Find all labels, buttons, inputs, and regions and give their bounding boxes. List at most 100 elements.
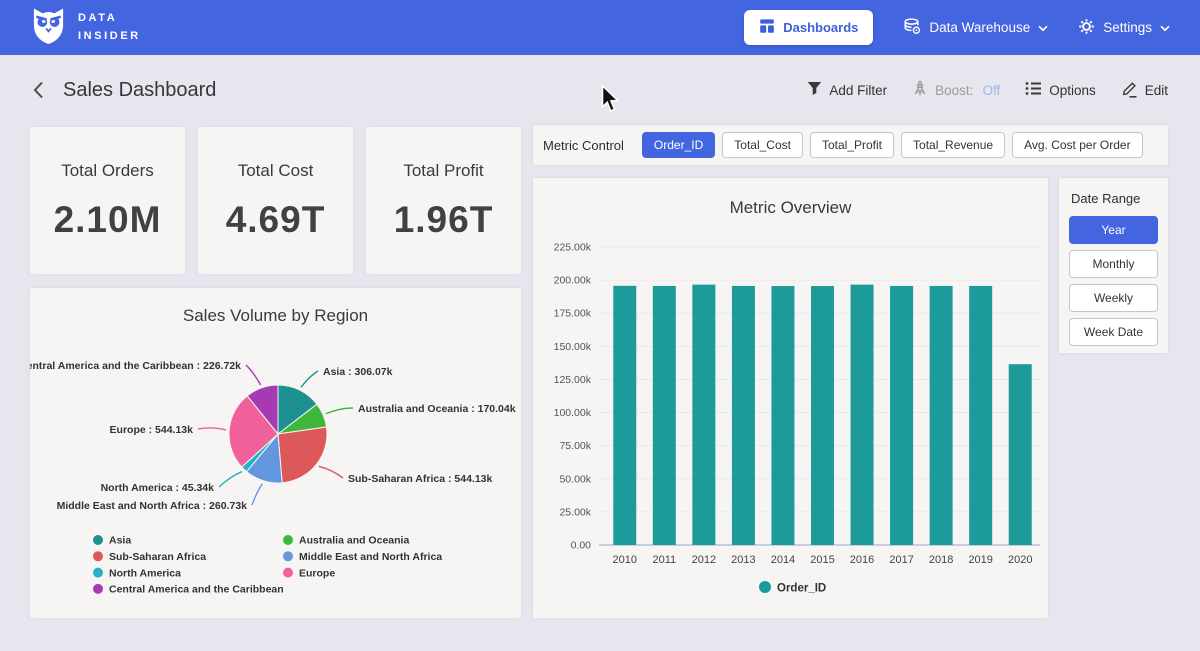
y-axis-tick-label: 175.00k: [554, 308, 592, 320]
pie-label-leader-line: [246, 365, 261, 385]
bar-legend-label[interactable]: Order_ID: [777, 583, 826, 595]
date-range-label: Date Range: [1069, 191, 1158, 206]
add-filter-label: Add Filter: [829, 83, 887, 98]
dashboard-header: Sales Dashboard Add Filter Boost: Off: [30, 72, 1168, 108]
bar-chart: 0.0025.00k50.00k75.00k100.00k125.00k150.…: [533, 218, 1048, 618]
boost-toggle[interactable]: Boost: Off: [912, 80, 1000, 100]
pie-slice[interactable]: [278, 427, 327, 483]
date-range-buttons: Year Monthly Weekly Week Date: [1069, 216, 1158, 346]
funnel-icon: [807, 81, 822, 99]
pie-slice-label: Middle East and North Africa : 260.73k: [57, 500, 248, 512]
bar[interactable]: [771, 286, 794, 545]
legend-swatch: [283, 551, 293, 561]
x-axis-tick-label: 2010: [613, 554, 637, 566]
bar[interactable]: [811, 286, 834, 545]
legend-swatch: [93, 568, 103, 578]
y-axis-tick-label: 75.00k: [559, 440, 591, 452]
legend-item-label[interactable]: Middle East and North Africa: [299, 551, 442, 563]
nav-data-warehouse-menu[interactable]: Data Warehouse: [903, 18, 1048, 38]
kpi-card: Total Orders 2.10M: [30, 127, 185, 274]
pie-label-leader-line: [219, 472, 242, 487]
top-navbar: DATA INSIDER Dashboards: [0, 0, 1200, 55]
boost-label: Boost:: [935, 83, 973, 98]
date-range-option-button[interactable]: Week Date: [1069, 318, 1158, 346]
bar[interactable]: [930, 286, 953, 545]
y-axis-tick-label: 50.00k: [559, 473, 591, 485]
date-range-option-button[interactable]: Weekly: [1069, 284, 1158, 312]
bar[interactable]: [890, 286, 913, 545]
pie-chart-card: Sales Volume by Region Asia : 306.07kAus…: [30, 288, 521, 618]
bar[interactable]: [969, 286, 992, 545]
date-range-panel: Date Range Year Monthly Weekly Week Date: [1059, 178, 1168, 353]
y-axis-tick-label: 200.00k: [554, 275, 592, 287]
kpi-value: 2.10M: [54, 199, 162, 241]
bar[interactable]: [692, 285, 715, 545]
pie-slice-label: Central America and the Caribbean : 226.…: [30, 360, 241, 372]
legend-swatch: [93, 584, 103, 594]
pie-chart: Asia : 306.07kAustralia and Oceania : 17…: [30, 288, 521, 618]
brand-name: DATA INSIDER: [78, 10, 141, 44]
options-label: Options: [1049, 83, 1096, 98]
metric-option-button[interactable]: Total_Cost: [722, 132, 803, 158]
x-axis-tick-label: 2020: [1008, 554, 1032, 566]
edit-button[interactable]: Edit: [1121, 80, 1168, 101]
pie-label-leader-line: [319, 466, 343, 478]
x-axis-tick-label: 2016: [850, 554, 874, 566]
boost-value: Off: [982, 83, 1000, 98]
legend-item-label[interactable]: Asia: [109, 535, 131, 547]
legend-item-label[interactable]: North America: [109, 567, 181, 579]
pie-label-leader-line: [198, 428, 226, 430]
legend-item-label[interactable]: Australia and Oceania: [299, 535, 409, 547]
x-axis-tick-label: 2018: [929, 554, 953, 566]
options-button[interactable]: Options: [1025, 81, 1096, 99]
kpi-value: 4.69T: [226, 199, 326, 241]
pie-label-leader-line: [252, 484, 262, 505]
metric-option-button[interactable]: Total_Revenue: [901, 132, 1005, 158]
bar[interactable]: [613, 286, 636, 545]
add-filter-button[interactable]: Add Filter: [807, 81, 887, 99]
x-axis-tick-label: 2015: [810, 554, 834, 566]
metric-option-button[interactable]: Total_Profit: [810, 132, 894, 158]
sales-dashboard-page: { "navbar": { "brand_line1": "DATA", "br…: [0, 0, 1200, 651]
metric-option-button[interactable]: Avg. Cost per Order: [1012, 132, 1143, 158]
nav-settings-menu[interactable]: Settings: [1078, 18, 1170, 38]
nav-dashboards-button[interactable]: Dashboards: [744, 10, 873, 45]
kpi-label: Total Cost: [238, 161, 314, 181]
bar[interactable]: [653, 286, 676, 545]
metric-option-button[interactable]: Order_ID: [642, 132, 715, 158]
x-axis-tick-label: 2012: [692, 554, 716, 566]
pie-slice-label: North America : 45.34k: [101, 482, 215, 494]
legend-swatch: [283, 568, 293, 578]
metric-control-label: Metric Control: [543, 138, 624, 153]
legend-swatch: [759, 581, 771, 593]
legend-swatch: [283, 535, 293, 545]
date-range-option-button[interactable]: Monthly: [1069, 250, 1158, 278]
nav-settings-label: Settings: [1103, 20, 1152, 35]
pie-label-leader-line: [301, 371, 318, 387]
bar[interactable]: [732, 286, 755, 545]
bar-chart-title: Metric Overview: [533, 198, 1048, 218]
x-axis-tick-label: 2017: [889, 554, 913, 566]
legend-swatch: [93, 551, 103, 561]
bar[interactable]: [851, 285, 874, 545]
y-axis-tick-label: 0.00: [571, 540, 592, 552]
x-axis-tick-label: 2014: [771, 554, 795, 566]
y-axis-tick-label: 225.00k: [554, 242, 592, 254]
gear-icon: [1078, 18, 1095, 38]
kpi-value: 1.96T: [394, 199, 494, 241]
pie-slice-label: Sub-Saharan Africa : 544.13k: [348, 473, 492, 485]
pie-label-leader-line: [326, 408, 353, 414]
legend-item-label[interactable]: Central America and the Caribbean: [109, 584, 284, 596]
legend-item-label[interactable]: Europe: [299, 567, 335, 579]
kpi-label: Total Profit: [403, 161, 483, 181]
x-axis-tick-label: 2013: [731, 554, 755, 566]
bar[interactable]: [1009, 364, 1032, 545]
brand-logo[interactable]: DATA INSIDER: [30, 5, 141, 50]
pie-slice-label: Australia and Oceania : 170.04k: [358, 403, 516, 415]
legend-item-label[interactable]: Sub-Saharan Africa: [109, 551, 206, 563]
kpi-label: Total Orders: [61, 161, 154, 181]
kpi-card: Total Profit 1.96T: [366, 127, 521, 274]
date-range-option-button[interactable]: Year: [1069, 216, 1158, 244]
back-button[interactable]: [30, 80, 46, 100]
rocket-icon: [912, 80, 928, 100]
